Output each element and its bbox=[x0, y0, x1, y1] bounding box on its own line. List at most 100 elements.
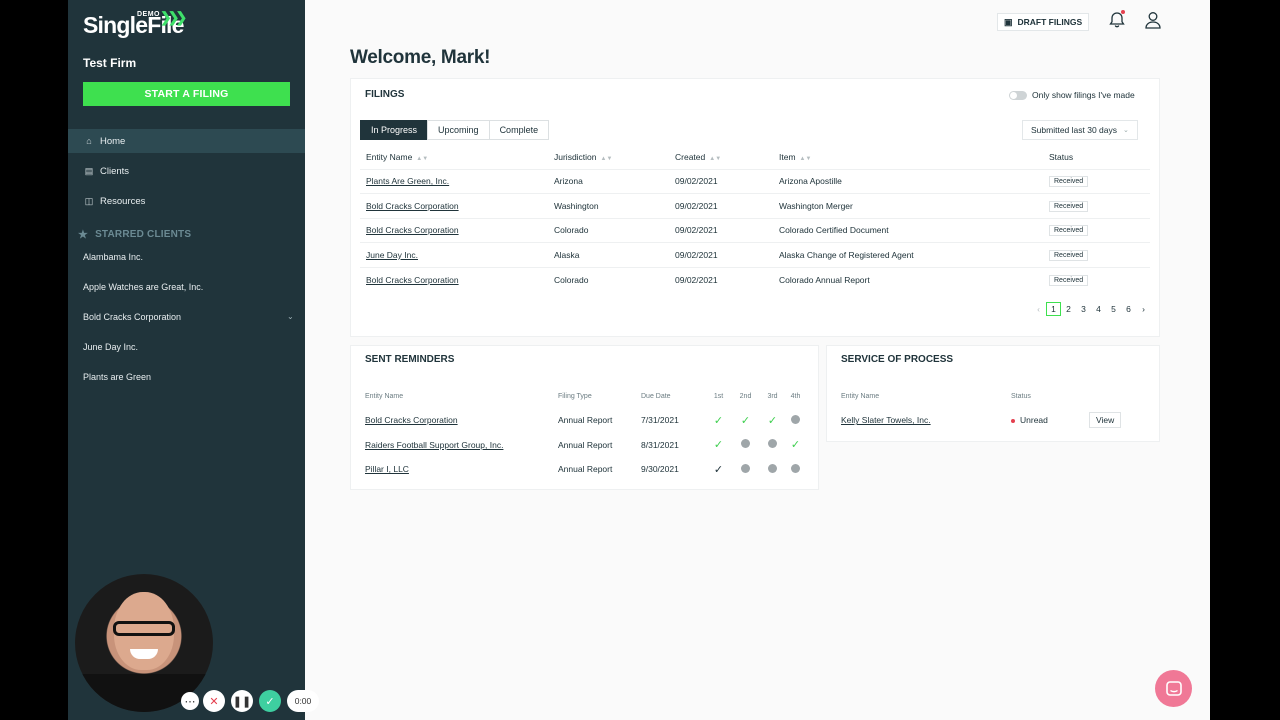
created-cell: 09/02/2021 bbox=[675, 242, 779, 267]
entity-link[interactable]: Bold Cracks Corporation bbox=[365, 415, 458, 425]
starred-client-item[interactable]: Bold Cracks Corporation bbox=[83, 312, 181, 322]
sort-icon[interactable]: ▲▼ bbox=[416, 156, 428, 162]
col-status: Status bbox=[1049, 151, 1074, 162]
entity-cell: Bold Cracks Corporation bbox=[360, 217, 554, 243]
col-created[interactable]: Created ▲▼ bbox=[675, 145, 779, 169]
col-item[interactable]: Item ▲▼ bbox=[779, 145, 1049, 169]
sort-icon[interactable]: ▲▼ bbox=[800, 156, 812, 162]
page-5[interactable]: 5 bbox=[1106, 304, 1121, 314]
page-4[interactable]: 4 bbox=[1091, 304, 1106, 314]
starred-client-item[interactable]: Apple Watches are Great, Inc. bbox=[83, 282, 203, 292]
draft-filings-label: DRAFT FILINGS bbox=[1017, 17, 1083, 27]
page-2[interactable]: 2 bbox=[1061, 304, 1076, 314]
due-date-cell: 8/31/2021 bbox=[641, 439, 679, 450]
only-my-filings-toggle[interactable]: Only show filings I've made bbox=[1009, 90, 1135, 100]
filing-type-cell: Annual Report bbox=[558, 439, 613, 450]
created-cell: 09/02/2021 bbox=[675, 217, 779, 243]
chat-launcher-button[interactable] bbox=[1155, 670, 1192, 707]
sort-icon[interactable]: ▲▼ bbox=[709, 156, 721, 162]
draft-filings-button[interactable]: ▣ DRAFT FILINGS bbox=[997, 13, 1090, 31]
reminder-4th bbox=[786, 457, 805, 482]
jurisdiction-cell: Alaska bbox=[554, 242, 675, 267]
entity-cell: Raiders Football Support Group, Inc. bbox=[365, 433, 558, 458]
notifications-bell-icon[interactable] bbox=[1107, 10, 1127, 30]
entity-cell: Pillar I, LLC bbox=[365, 457, 558, 482]
reminder-3rd: ✓ bbox=[759, 408, 786, 433]
entity-link[interactable]: Bold Cracks Corporation bbox=[366, 225, 459, 235]
col-entity-name[interactable]: Entity Name ▲▼ bbox=[360, 145, 554, 169]
starred-client-item[interactable]: Alambama Inc. bbox=[83, 252, 143, 262]
page-6[interactable]: 6 bbox=[1121, 304, 1136, 314]
tab-in-progress[interactable]: In Progress bbox=[360, 120, 429, 140]
reminders-title: SENT REMINDERS bbox=[365, 354, 455, 365]
reminder-2nd bbox=[732, 457, 759, 482]
prev-page-icon[interactable]: ‹ bbox=[1031, 304, 1046, 314]
entity-link[interactable]: Pillar I, LLC bbox=[365, 464, 409, 474]
view-button[interactable]: View bbox=[1089, 412, 1122, 429]
pagination: ‹ 1 2 3 4 5 6 › bbox=[1031, 302, 1151, 316]
cancel-recording-icon[interactable]: ✕ bbox=[203, 690, 225, 712]
chevron-down-icon[interactable]: ⌄ bbox=[287, 312, 294, 321]
entity-link[interactable]: Raiders Football Support Group, Inc. bbox=[365, 440, 503, 450]
col-jurisdiction[interactable]: Jurisdiction ▲▼ bbox=[554, 145, 675, 169]
filings-card: FILINGS Only show filings I've made In P… bbox=[350, 78, 1160, 337]
status-badge: Received bbox=[1049, 274, 1089, 286]
filing-type-cell: Annual Report bbox=[558, 415, 613, 426]
page-3[interactable]: 3 bbox=[1076, 304, 1091, 314]
status-cell: Unread bbox=[1011, 408, 1089, 433]
singlefile-logo[interactable]: SingleFile DEMO ❯❯❯ bbox=[83, 9, 187, 39]
col-1st: 1st bbox=[713, 392, 724, 400]
entity-link[interactable]: Kelly Slater Towels, Inc. bbox=[841, 415, 931, 425]
starred-client-item[interactable]: Plants are Green bbox=[83, 372, 151, 382]
sort-icon[interactable]: ▲▼ bbox=[601, 156, 613, 162]
sidebar-item-resources[interactable]: ◫ Resources bbox=[68, 189, 305, 213]
sent-reminders-card: SENT REMINDERS Entity Name Filing Type D… bbox=[350, 345, 819, 490]
col-4th: 4th bbox=[790, 392, 801, 400]
date-range-select[interactable]: Submitted last 30 days ⌄ bbox=[1022, 120, 1138, 140]
table-row: Bold Cracks Corporation Colorado 09/02/2… bbox=[360, 266, 1150, 292]
status-cell: Received bbox=[1049, 242, 1150, 267]
item-cell: Alaska Change of Registered Agent bbox=[779, 242, 1049, 267]
reminder-4th bbox=[786, 408, 805, 433]
entity-link[interactable]: Bold Cracks Corporation bbox=[366, 275, 459, 285]
reminder-2nd bbox=[732, 433, 759, 458]
tab-upcoming[interactable]: Upcoming bbox=[427, 120, 490, 140]
check-icon: ✓ bbox=[713, 414, 724, 427]
sidebar-item-clients[interactable]: ▤ Clients bbox=[68, 159, 305, 183]
col-status: Status bbox=[1011, 392, 1031, 400]
tab-complete[interactable]: Complete bbox=[488, 120, 550, 140]
start-filing-button[interactable]: START A FILING bbox=[83, 82, 290, 106]
more-options-icon[interactable]: ⋯ bbox=[181, 692, 199, 710]
entity-link[interactable]: Bold Cracks Corporation bbox=[366, 201, 459, 211]
sidebar-item-home[interactable]: ⌂ Home bbox=[68, 129, 305, 153]
col-action bbox=[1089, 384, 1147, 408]
logo-chevrons-icon: ❯❯❯ bbox=[160, 9, 187, 25]
entity-cell: Bold Cracks Corporation bbox=[365, 408, 558, 433]
col-entity-name: Entity Name bbox=[841, 392, 880, 400]
toggle-switch[interactable] bbox=[1009, 90, 1027, 100]
filings-table: Entity Name ▲▼ Jurisdiction ▲▼ Created ▲▼ I… bbox=[360, 145, 1150, 292]
status-cell: Received bbox=[1049, 168, 1150, 194]
sidebar-item-label: Home bbox=[100, 135, 126, 147]
firm-name: Test Firm bbox=[83, 56, 137, 70]
starred-client-item[interactable]: June Day Inc. bbox=[83, 342, 138, 352]
briefcase-icon: ▣ bbox=[1004, 16, 1013, 27]
chevron-down-icon: ⌄ bbox=[1123, 127, 1129, 134]
entity-link[interactable]: June Day Inc. bbox=[366, 250, 418, 260]
finish-recording-icon[interactable]: ✓ bbox=[259, 690, 281, 712]
pending-dot-icon bbox=[768, 439, 777, 449]
status-badge: Received bbox=[1049, 200, 1089, 212]
check-icon: ✓ bbox=[713, 439, 724, 452]
starred-clients-heading: ★ STARRED CLIENTS bbox=[78, 228, 191, 241]
entity-link[interactable]: Plants Are Green, Inc. bbox=[366, 176, 449, 186]
page-1[interactable]: 1 bbox=[1046, 302, 1061, 316]
presenter-glasses bbox=[113, 621, 175, 636]
table-row: Bold Cracks Corporation Colorado 09/02/2… bbox=[360, 217, 1150, 243]
column-header-label: Entity Name bbox=[366, 151, 413, 162]
pause-recording-icon[interactable]: ❚❚ bbox=[231, 690, 253, 712]
check-icon: ✓ bbox=[767, 414, 778, 427]
filings-title: FILINGS bbox=[365, 89, 405, 100]
user-profile-icon[interactable] bbox=[1143, 10, 1163, 30]
next-page-icon[interactable]: › bbox=[1136, 304, 1151, 314]
reminder-1st: ✓ bbox=[705, 457, 732, 482]
